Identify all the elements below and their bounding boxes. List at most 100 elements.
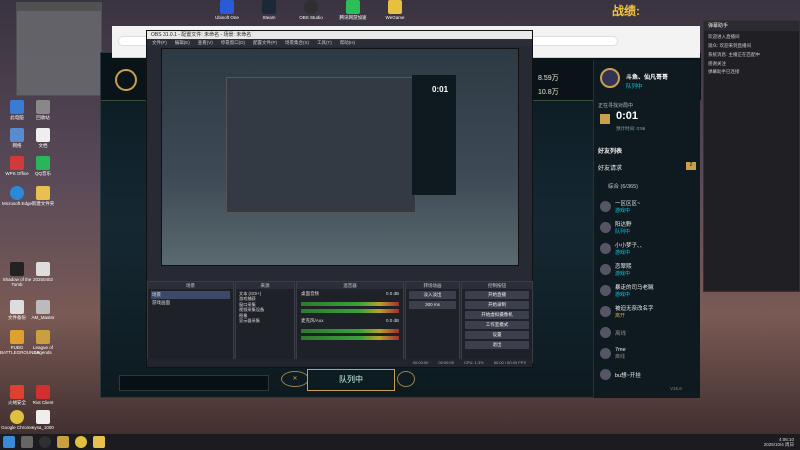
start-icon[interactable] <box>3 436 15 448</box>
queue-header: 正在寻找对局中 <box>598 103 634 109</box>
list-item[interactable]: 显示器采集 <box>239 318 291 323</box>
friend-requests[interactable]: 好友请求 <box>598 163 622 172</box>
tomb-raider-icon <box>10 262 24 276</box>
file-icon <box>36 410 50 424</box>
file-icon <box>36 262 50 276</box>
list-item[interactable]: bu想~开挂 <box>594 364 701 385</box>
desktop-icon[interactable]: AM_Master <box>26 300 60 321</box>
start-stream-button[interactable]: 开始直播 <box>465 291 529 299</box>
ubisoft-shortcut[interactable]: Ubisoft One <box>210 0 244 22</box>
accelerator-shortcut[interactable]: 腾讯网游加速 <box>336 0 370 22</box>
list-item[interactable]: 被迫无奈改名字 离开 <box>594 301 701 322</box>
obs-titlebar[interactable]: OBS 31.0.1 - 配置文件: 未命名 - 场景: 未命名 <box>147 31 532 39</box>
system-clock[interactable]: 4:06:10 2025/10/4 周日 <box>764 437 800 448</box>
floating-window-titlebar[interactable] <box>17 3 101 11</box>
top-shortcut-row: Ubisoft One Steam OBS Studio 腾讯网游加速 WeGa… <box>210 0 590 22</box>
computer-icon <box>10 100 24 114</box>
obs-window[interactable]: OBS 31.0.1 - 配置文件: 未命名 - 场景: 未命名 文件(F) 编… <box>146 30 533 368</box>
transition-select[interactable]: 淡入淡出 <box>409 291 456 299</box>
league-logo-icon[interactable] <box>115 69 137 91</box>
avatar <box>600 327 611 338</box>
menu-tools[interactable]: 工具(T) <box>317 39 332 46</box>
menu-view[interactable]: 查看(V) <box>198 39 213 46</box>
steam-shortcut[interactable]: Steam <box>252 0 286 22</box>
transition-duration[interactable]: 300 ms <box>409 301 456 309</box>
queue-estimate: 预计时间: 0:56 <box>616 126 646 131</box>
chat-message: 系统消息: 主播正在匹配中 <box>708 51 760 57</box>
chat-message: 感谢关注 <box>708 60 726 66</box>
start-recording-button[interactable]: 开始录制 <box>465 301 529 309</box>
file-icon <box>10 300 24 314</box>
mixer-channel: 桌面音频 0.0 dB <box>301 291 399 296</box>
list-item[interactable]: 阳达野 队列中 <box>594 217 701 238</box>
league-icon[interactable] <box>57 436 69 448</box>
audio-meter <box>301 309 399 313</box>
audio-meter <box>301 302 399 306</box>
list-item[interactable]: 离线 <box>594 322 701 343</box>
floating-window[interactable] <box>16 2 102 96</box>
menu-scene-collection[interactable]: 场景集合(S) <box>285 39 309 46</box>
avatar <box>600 243 611 254</box>
danmaku-panel: 弹幕助手 欢迎进入直播间 观众: 欢迎来到直播间 系统消息: 主播正在匹配中 感… <box>703 20 800 292</box>
desktop-icon[interactable]: 20250402 <box>26 262 60 283</box>
queue-settings-icon[interactable] <box>397 371 415 387</box>
wegame-icon <box>388 0 402 14</box>
obs-statusbar: 00:00:00 00:00:00 CPU: 1.3% 60.00 / 60.0… <box>147 359 532 367</box>
request-count-badge: 2 <box>686 162 696 170</box>
list-item[interactable]: 一区区区~ 游戏中 <box>594 196 701 217</box>
avatar <box>600 348 611 359</box>
queue-button[interactable]: 队列中 <box>307 369 395 391</box>
client-version: V15.6 <box>670 386 682 391</box>
folder-icon[interactable] <box>93 436 105 448</box>
cancel-queue-button[interactable]: ✕ <box>281 371 309 387</box>
obs-icon[interactable] <box>39 436 51 448</box>
list-item[interactable]: 暴走的司马老贼 游戏中 <box>594 280 701 301</box>
wegame-shortcut[interactable]: WeGame <box>378 0 412 22</box>
social-panel: 斗鱼、仙凡哥哥 队列中 正在寻找对局中 0:01 预计时间: 0:56 好友列表… <box>593 60 700 398</box>
avatar <box>600 285 611 296</box>
scene-list: 场景 游戏画面 <box>148 289 233 309</box>
menu-docks[interactable]: 停靠窗口(D) <box>221 39 245 46</box>
search-icon[interactable] <box>21 436 33 448</box>
mixer-channel: 麦克风/Aux 0.0 dB <box>301 318 399 323</box>
menu-help[interactable]: 帮助(H) <box>340 39 355 46</box>
list-item[interactable]: 恋翠熙 游戏中 <box>594 259 701 280</box>
obs-preview[interactable]: 0:01 <box>161 48 519 266</box>
studio-mode-button[interactable]: 工作室模式 <box>465 321 529 329</box>
avatar <box>600 264 611 275</box>
exit-button[interactable]: 退出 <box>465 341 529 349</box>
desktop-icon[interactable]: 新建文件夹 <box>26 186 60 207</box>
desktop-icon[interactable]: QQ音乐 <box>26 156 60 177</box>
list-item[interactable]: 小小梦子、、 游戏中 <box>594 238 701 259</box>
list-item[interactable]: 场景 <box>151 291 230 299</box>
avatar <box>600 201 611 212</box>
obs-shortcut[interactable]: OBS Studio <box>294 0 328 22</box>
desktop-icon[interactable]: 文档 <box>26 128 60 149</box>
virtual-camera-button[interactable]: 开始虚拟摄像机 <box>465 311 529 319</box>
avatar[interactable] <box>600 68 620 88</box>
list-item[interactable]: 7me 离线 <box>594 343 701 364</box>
transitions-dock: 转场动画 淡入淡出 300 ms <box>405 281 460 363</box>
desktop-icon[interactable]: sysa_1000 <box>26 410 60 431</box>
settings-button[interactable]: 设置 <box>465 331 529 339</box>
list-item[interactable]: 游戏画面 <box>151 299 230 307</box>
menu-profile[interactable]: 配置文件(P) <box>253 39 277 46</box>
taskbar: 4:06:10 2025/10/4 周日 <box>0 434 800 450</box>
queue-timer: 0:01 <box>616 110 639 122</box>
dock-header: 转场动画 <box>406 282 459 289</box>
wps-icon <box>10 156 24 170</box>
menu-file[interactable]: 文件(F) <box>152 39 167 46</box>
chat-input[interactable] <box>119 375 269 391</box>
menu-edit[interactable]: 编辑(E) <box>175 39 190 46</box>
friend-group-header[interactable]: 综合 (6/365) <box>608 182 638 190</box>
audio-meter <box>301 336 399 340</box>
desktop-icon[interactable]: Riot Client <box>26 385 60 406</box>
desktop-icon[interactable]: League of Legends <box>26 330 60 356</box>
desktop-icon[interactable]: 回收站 <box>26 100 60 121</box>
network-icon <box>10 128 24 142</box>
chat-message: 弹幕助手已连接 <box>708 69 740 75</box>
qq-music-icon <box>36 156 50 170</box>
recycle-bin-icon <box>36 100 50 114</box>
chrome-icon[interactable] <box>75 436 87 448</box>
avatar <box>600 369 611 380</box>
